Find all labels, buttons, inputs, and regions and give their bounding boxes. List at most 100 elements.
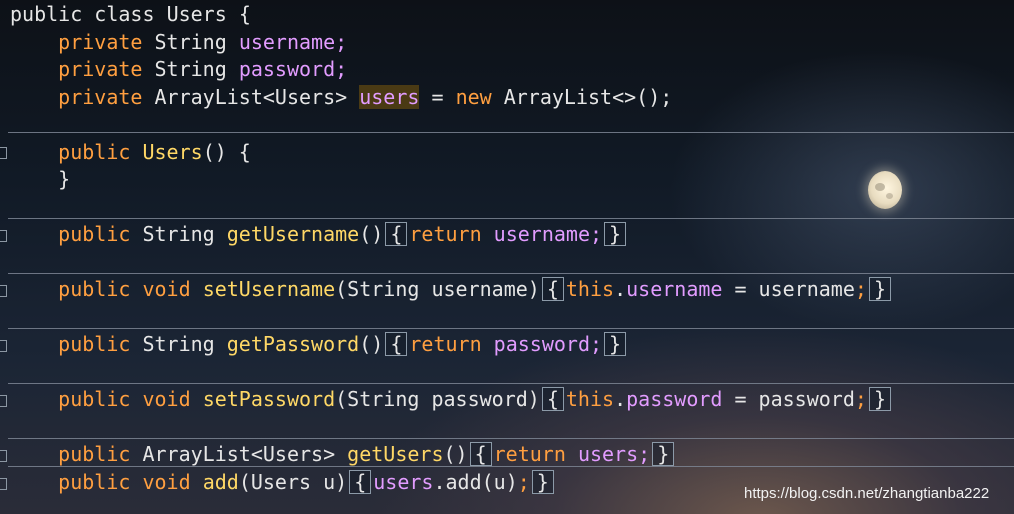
keyword-public: public [58,222,131,246]
keyword-private: private [58,85,143,109]
keyword-this: this [565,387,615,411]
keyword-public: public [58,140,131,164]
fold-marker-icon[interactable] [0,285,7,297]
keyword-class: class [94,2,155,26]
field-password: password; [493,332,603,356]
method-separator [8,218,1014,219]
class-name: Users [166,2,227,26]
method-call: .add(u) [433,470,518,494]
field-password: password; [238,57,348,81]
keyword-public: public [10,2,83,26]
code-editor[interactable]: public class Users { private String user… [0,0,1014,514]
code-line-4[interactable]: private ArrayList<Users> users = new Arr… [10,84,672,111]
code-line-9[interactable]: public String getPassword(){return passw… [10,331,628,358]
folded-close-brace[interactable]: } [531,470,554,494]
dot: . [614,387,627,411]
method-setPassword: setPassword [202,387,336,411]
assign-operator: = [419,85,456,109]
type-name: String [154,57,227,81]
params: () [443,442,468,466]
method-getPassword: getPassword [226,332,360,356]
keyword-private: private [58,30,143,54]
keyword-private: private [58,57,143,81]
method-separator [8,132,1014,133]
code-line-5[interactable]: public Users() { [10,139,251,166]
type-name: String [142,222,215,246]
keyword-void: void [142,387,191,411]
fold-marker-icon[interactable] [0,147,7,159]
keyword-void: void [142,277,191,301]
method-getUsername: getUsername [226,222,360,246]
keyword-new: new [455,85,492,109]
code-line-6[interactable]: } [10,166,70,193]
folded-close-brace[interactable]: } [868,277,891,301]
code-line-1[interactable]: public class Users { [10,1,251,28]
fold-marker-icon[interactable] [0,340,7,352]
watermark-url: https://blog.csdn.net/zhangtianba222 [744,485,990,502]
field-password: password [626,387,723,411]
folded-close-brace[interactable]: } [604,222,627,246]
semicolon: ; [854,387,867,411]
open-brace: { [238,2,251,26]
code-line-10[interactable]: public void setPassword(String password)… [10,386,893,413]
constructor-name: Users [142,140,203,164]
method-add: add [202,470,239,494]
code-line-2[interactable]: private String username; [10,29,347,56]
method-separator [8,273,1014,274]
method-separator [8,383,1014,384]
close-brace: } [58,167,71,191]
folded-open-brace[interactable]: { [469,442,492,466]
code-line-12[interactable]: public void add(Users u){users.add(u);} [10,469,556,496]
field-users-highlighted: users [359,85,420,109]
semicolon: ; [854,277,867,301]
keyword-public: public [58,277,131,301]
folded-open-brace[interactable]: { [349,470,372,494]
keyword-void: void [142,470,191,494]
folded-open-brace[interactable]: { [541,387,564,411]
folded-open-brace[interactable]: { [541,277,564,301]
keyword-return: return [493,442,566,466]
field-username: username; [493,222,603,246]
params: (String password) [335,387,540,411]
moon-background-image [868,171,902,209]
dot: . [614,277,627,301]
method-setUsername: setUsername [202,277,336,301]
keyword-return: return [409,222,482,246]
type-name: String [154,30,227,54]
code-line-11[interactable]: public ArrayList<Users> getUsers(){retur… [10,441,676,468]
keyword-public: public [58,332,131,356]
field-users: users [373,470,434,494]
keyword-this: this [565,277,615,301]
method-getUsers: getUsers [347,442,444,466]
field-username: username; [238,30,348,54]
fold-marker-icon[interactable] [0,230,7,242]
field-username: username [626,277,723,301]
semicolon: ; [517,470,530,494]
type-name: String [142,332,215,356]
code-line-3[interactable]: private String password; [10,56,347,83]
fold-marker-icon[interactable] [0,450,7,462]
constructor-call: ArrayList<>(); [491,85,673,109]
method-separator [8,438,1014,439]
method-separator [8,328,1014,329]
type-name: ArrayList<Users> [154,85,348,109]
folded-open-brace[interactable]: { [385,222,408,246]
field-users: users; [577,442,651,466]
assignment: = password [722,387,855,411]
method-separator [8,466,1014,467]
fold-marker-icon[interactable] [0,478,7,490]
folded-close-brace[interactable]: } [652,442,675,466]
fold-marker-icon[interactable] [0,395,7,407]
code-line-8[interactable]: public void setUsername(String username)… [10,276,893,303]
params: () [359,222,384,246]
folded-open-brace[interactable]: { [385,332,408,356]
keyword-public: public [58,442,131,466]
type-name: ArrayList<Users> [142,442,336,466]
folded-close-brace[interactable]: } [868,387,891,411]
keyword-return: return [409,332,482,356]
params: (Users u) [238,470,348,494]
code-line-7[interactable]: public String getUsername(){return usern… [10,221,628,248]
params: () [359,332,384,356]
keyword-public: public [58,470,131,494]
folded-close-brace[interactable]: } [604,332,627,356]
